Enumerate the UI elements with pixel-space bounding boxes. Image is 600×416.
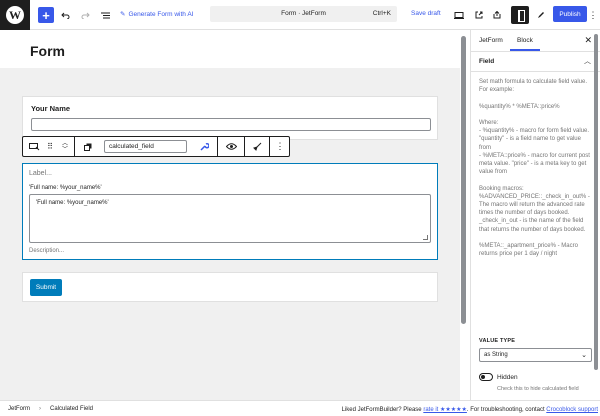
visibility-eye-icon[interactable] — [222, 137, 240, 156]
text-field-block[interactable]: Your Name — [22, 96, 438, 140]
magic-wand-icon: ✎ — [120, 11, 126, 18]
support-link[interactable]: Crocoblock support — [546, 407, 598, 413]
field-panel-header[interactable]: Field ︿ — [471, 52, 600, 72]
footer-message: Liked JetFormBuilder? Please rate it ★★★… — [341, 407, 598, 413]
formula-textarea[interactable]: 'Full name: %your_name%' — [29, 194, 431, 243]
breadcrumb-calculated-field[interactable]: Calculated Field — [50, 406, 93, 412]
formula-preview: 'Full name: %your_name%' — [29, 185, 102, 191]
value-type-select[interactable]: as String ⌄ — [479, 348, 592, 362]
field-name-input[interactable] — [104, 140, 187, 153]
page-title[interactable]: Form — [30, 43, 65, 59]
document-overview-icon[interactable] — [98, 6, 112, 24]
sidebar-tabs: JetForm Block ✕ — [471, 30, 600, 52]
editor-footer: JetForm › Calculated Field Liked JetForm… — [0, 400, 600, 416]
description-placeholder[interactable]: Description... — [29, 248, 64, 254]
editor-toolbar: W + ✎ Generate Form with AI Form · JetFo… — [0, 0, 600, 30]
hidden-help-text: Check this to hide calculated field — [497, 386, 579, 392]
document-title: Form · JetForm — [281, 10, 326, 17]
command-palette-bar[interactable]: Form · JetForm Ctrl+K — [210, 6, 397, 22]
title-area: Form — [0, 30, 460, 68]
value-type-selected: as String — [484, 352, 508, 358]
add-block-button[interactable]: + — [38, 7, 54, 23]
submit-block[interactable]: Submit — [22, 272, 438, 302]
rate-link[interactable]: rate it ★★★★★ — [423, 407, 467, 413]
share-icon[interactable] — [490, 6, 504, 24]
label-placeholder[interactable]: Label... — [29, 170, 52, 177]
canvas-scrollbar[interactable] — [461, 36, 466, 324]
block-type-icon[interactable] — [25, 137, 43, 156]
hidden-toggle[interactable] — [479, 373, 493, 381]
preview-desktop-icon[interactable] — [452, 6, 466, 24]
resize-handle-icon[interactable] — [423, 235, 428, 240]
submit-button[interactable]: Submit — [30, 279, 62, 296]
value-type-label: VALUE TYPE — [479, 338, 516, 344]
save-draft-button[interactable]: Save draft — [411, 10, 441, 17]
move-up-down-icon[interactable]: ︿ ﹀ — [59, 137, 71, 156]
breadcrumb-separator-icon: › — [39, 406, 41, 412]
shortcut-hint: Ctrl+K — [372, 10, 391, 17]
panel-title: Field — [479, 58, 495, 65]
external-link-icon[interactable] — [472, 6, 486, 24]
drag-handle-icon[interactable]: ⠿ — [43, 137, 57, 156]
editor-canvas: Form Your Name ⠿ ︿﹀ ⋮ Label... 'Full nam — [0, 30, 460, 400]
your-name-input[interactable] — [31, 118, 431, 131]
active-tab-indicator — [510, 49, 540, 51]
tab-jetform[interactable]: JetForm — [479, 37, 503, 44]
hidden-label: Hidden — [497, 374, 518, 381]
field-label: Your Name — [31, 104, 71, 113]
undo-icon[interactable] — [58, 6, 72, 24]
chevron-up-icon: ︿ — [584, 58, 591, 65]
block-options-icon[interactable]: ⋮ — [273, 137, 287, 156]
more-options-icon[interactable]: ⋮ — [588, 6, 598, 24]
formula-help-text: Set math formula to calculate field valu… — [479, 79, 590, 258]
settings-sidebar-toggle-icon[interactable] — [511, 6, 529, 24]
redo-icon[interactable] — [78, 6, 92, 24]
generate-form-ai-button[interactable]: ✎ Generate Form with AI — [120, 10, 193, 19]
breadcrumb-jetform[interactable]: JetForm — [8, 406, 30, 412]
copy-block-icon[interactable] — [81, 137, 95, 156]
broom-icon[interactable] — [249, 137, 265, 156]
sidebar-scrollbar[interactable] — [594, 34, 598, 370]
publish-button[interactable]: Publish — [553, 6, 587, 22]
close-icon[interactable]: ✕ — [584, 35, 592, 46]
block-toolbar: ⠿ ︿﹀ ⋮ — [22, 136, 290, 157]
wordpress-logo-icon[interactable]: W — [0, 0, 30, 30]
formula-value: 'Full name: %your_name%' — [36, 200, 109, 206]
wrench-icon[interactable] — [197, 137, 211, 156]
settings-sidebar: JetForm Block ✕ Field ︿ Set math formula… — [470, 30, 600, 400]
chevron-down-icon: ⌄ — [581, 352, 587, 359]
tab-block[interactable]: Block — [517, 37, 533, 44]
styles-pen-icon[interactable] — [534, 6, 548, 24]
calculated-field-block[interactable]: Label... 'Full name: %your_name%' 'Full … — [22, 163, 438, 260]
